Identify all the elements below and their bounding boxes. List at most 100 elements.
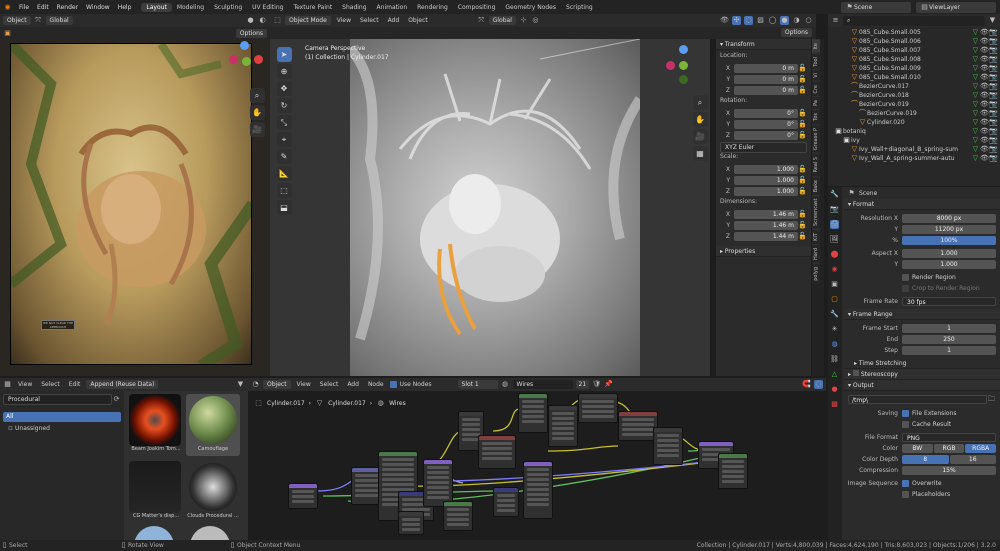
outliner-item[interactable]: ▽ 085_Cube.Small.005 ▽ 👁 📷	[830, 28, 998, 37]
overlay-icon[interactable]: ◌	[814, 380, 823, 389]
output-panel-header[interactable]: ▾ Output	[844, 380, 1000, 391]
resolution-y-field[interactable]: 11200 px	[902, 224, 996, 234]
render-region-checkbox[interactable]	[902, 273, 909, 281]
properties-header[interactable]: ▸ Properties	[716, 246, 811, 257]
move-icon[interactable]: ✥	[276, 81, 292, 96]
frame-range-panel-header[interactable]: ▾ Frame Range	[844, 309, 1000, 320]
aspect-x-field[interactable]: 1.000	[902, 248, 996, 258]
crop-checkbox[interactable]	[902, 284, 909, 292]
frame-end-field[interactable]: 250	[902, 334, 996, 344]
material-users-count[interactable]: 21	[575, 380, 590, 389]
tool-icon[interactable]: 🔧	[830, 190, 839, 199]
scene-icon[interactable]: ⬤	[830, 250, 839, 259]
workspace-tab-compositing[interactable]: Compositing	[453, 3, 501, 12]
color-bw-button[interactable]: BW	[902, 443, 933, 453]
outliner-item[interactable]: ▽ Ivy_Wall+diagonal_B_spring-sum ▽ 👁 📷	[830, 145, 998, 154]
outliner-item[interactable]: ▽ 085_Cube.Small.008 ▽ 👁 📷	[830, 55, 998, 64]
outliner-item[interactable]: ⌒ BezierCurve.019 ▽ 👁 📷	[830, 109, 998, 118]
asset-tile-clouds[interactable]: Clouds Procedural ...	[186, 461, 240, 523]
snap-icon[interactable]: 🧲	[802, 380, 811, 389]
workspace-tab-geometry-nodes[interactable]: Geometry Nodes	[500, 3, 561, 12]
camera-icon[interactable]: ▣	[3, 29, 12, 38]
scale-icon[interactable]: ⤡	[276, 115, 292, 130]
gizmo-x-icon[interactable]	[254, 55, 263, 64]
eye-icon[interactable]: 👁	[980, 109, 989, 118]
sidebar-tab[interactable]: Hard	[812, 244, 820, 264]
render-icon[interactable]: 📷	[830, 205, 839, 214]
slot-dropdown[interactable]: Slot 1	[457, 380, 498, 389]
render-toggle-icon[interactable]: 📷	[989, 46, 998, 55]
location-y-field[interactable]: 0 m	[734, 74, 798, 84]
gizmo-minus-y-icon[interactable]	[679, 75, 688, 84]
left-render-view[interactable]: WE NOT CLEAR THE APPROACH	[0, 39, 270, 376]
viewport-3d[interactable]: Camera Perspective (1) Collection | Cyli…	[270, 39, 710, 376]
add-cube-icon[interactable]: ⬚	[276, 183, 292, 198]
shader-node[interactable]	[493, 487, 519, 517]
asset-tile-partial-2[interactable]	[190, 526, 230, 540]
workspace-tab-uv-editing[interactable]: UV Editing	[247, 3, 288, 12]
grid-icon[interactable]: ▦	[692, 146, 708, 161]
annotate-icon[interactable]: ✎	[276, 149, 292, 164]
menu-file[interactable]: File	[15, 4, 33, 11]
render-toggle-icon[interactable]: 📷	[989, 28, 998, 37]
world-icon[interactable]: ◉	[830, 265, 839, 274]
outliner-item[interactable]: ▽ 085_Cube.Small.006 ▽ 👁 📷	[830, 37, 998, 46]
scale-z-field[interactable]: 1.000	[734, 186, 798, 196]
material-name-field[interactable]: Wires	[512, 380, 573, 389]
xray-icon[interactable]: ▨	[756, 16, 765, 25]
viewport-options-dropdown[interactable]: Options	[780, 28, 812, 37]
gizmo-minus-x-icon[interactable]	[666, 61, 675, 70]
viewport-menu-view[interactable]: View	[334, 17, 354, 24]
shader-node[interactable]	[578, 393, 618, 423]
shading-solid-icon[interactable]: ●	[246, 16, 255, 25]
viewport-nav-gizmo[interactable]	[662, 41, 706, 89]
filter-icon[interactable]: ▼	[236, 380, 245, 389]
shader-node[interactable]	[653, 427, 683, 465]
constraints-icon[interactable]: ⛓	[830, 355, 839, 364]
texture-icon[interactable]: ▩	[830, 400, 839, 409]
eye-icon[interactable]: 👁	[980, 127, 989, 136]
color-rgba-button[interactable]: RGBA	[965, 443, 997, 453]
render-toggle-icon[interactable]: 📷	[989, 145, 998, 154]
color-rgb-button[interactable]: RGB	[933, 443, 965, 453]
shading-material-icon[interactable]: ◑	[792, 16, 801, 25]
snap-icon[interactable]: ⊹	[519, 16, 528, 25]
shader-node[interactable]	[718, 453, 748, 489]
use-nodes-checkbox[interactable]	[389, 381, 397, 388]
sidebar-tab[interactable]: Tool	[812, 52, 820, 70]
hand-icon[interactable]: ✋	[249, 105, 265, 120]
shader-node[interactable]	[443, 501, 473, 531]
render-toggle-icon[interactable]: 📷	[989, 64, 998, 73]
stereoscopy-checkbox[interactable]	[852, 370, 859, 376]
outliner-item[interactable]: ⌒ BezierCurve.018 ▽ 👁 📷	[830, 91, 998, 100]
node-object-dropdown[interactable]: Object	[263, 380, 291, 389]
filter-icon[interactable]: ▼	[988, 16, 997, 25]
proportional-icon[interactable]: ◎	[531, 16, 540, 25]
render-toggle-icon[interactable]: 📷	[989, 91, 998, 100]
resolution-pct-field[interactable]: 100%	[902, 235, 996, 245]
sidebar-tab[interactable]: Grease P	[812, 124, 820, 154]
shading-wire-icon[interactable]: ◯	[768, 16, 777, 25]
asset-browser-editor-icon[interactable]: ▦	[3, 380, 12, 389]
stereoscopy-header[interactable]: ▸ Stereoscopy	[844, 369, 1000, 380]
shader-node[interactable]	[523, 461, 553, 519]
render-toggle-icon[interactable]: 📷	[989, 136, 998, 145]
left-nav-gizmo[interactable]	[228, 41, 264, 85]
zoom-icon[interactable]: ⌕	[692, 95, 708, 110]
location-z-field[interactable]: 0 m	[734, 85, 798, 95]
view-layer-selector[interactable]: ▤ViewLayer	[916, 1, 996, 13]
aspect-y-field[interactable]: 1.000	[902, 259, 996, 269]
blender-logo-icon[interactable]: ◉	[3, 3, 12, 12]
frame-rate-dropdown[interactable]: 30 fps	[902, 296, 996, 306]
asset-menu-select[interactable]: Select	[38, 381, 63, 388]
shading-solid-icon[interactable]: ●	[780, 16, 789, 25]
shading-rendered-icon[interactable]: ○	[804, 16, 813, 25]
workspace-tab-shading[interactable]: Shading	[337, 3, 371, 12]
sidebar-tab[interactable]: polyg	[812, 263, 820, 284]
menu-edit[interactable]: Edit	[33, 4, 53, 11]
overlay-toggle-icon[interactable]: ◌	[744, 16, 753, 25]
data-icon[interactable]: △	[830, 370, 839, 379]
lock-icon[interactable]: 🔓	[798, 232, 807, 241]
outliner-item[interactable]: ▣ ivy ▽ 👁 📷	[830, 136, 998, 145]
node-menu-node[interactable]: Node	[365, 381, 387, 388]
